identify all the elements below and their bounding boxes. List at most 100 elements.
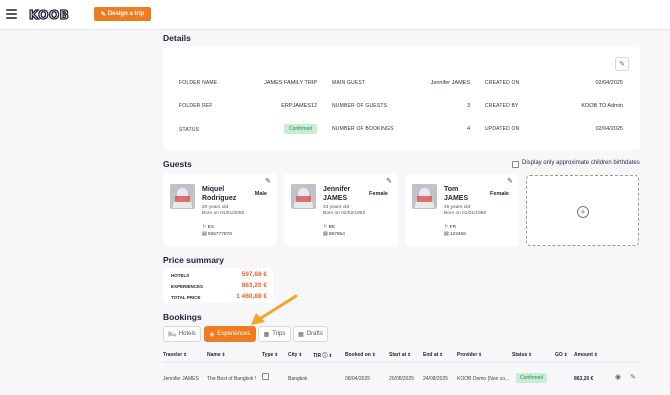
column-header-end-at[interactable]: End at⇕ (423, 352, 443, 358)
folder-ref-value: ERPJAMES12 (281, 103, 317, 109)
sort-icon: ⇕ (371, 352, 376, 357)
wand-icon: ✎ (100, 11, 106, 18)
menu-icon[interactable] (6, 9, 17, 19)
table-header-divider (163, 362, 640, 363)
hotels-price-label: HOTELS (171, 273, 190, 278)
updated-on-label: UPDATED ON (485, 126, 520, 132)
guest-gender: Female (369, 191, 388, 197)
experiences-price-label: EXPERIENCES (171, 284, 204, 289)
sort-icon: ⇕ (528, 352, 533, 357)
layers-icon: ◈ (209, 331, 215, 338)
tab-experiences[interactable]: ◈ Experiences (204, 326, 256, 342)
number-guests-value: 3 (466, 103, 470, 109)
tab-label: Trips (272, 331, 286, 337)
created-on-label: CREATED ON (485, 80, 520, 86)
tab-label: Drafts (306, 331, 323, 337)
created-on-value: 02/04/2025 (595, 80, 623, 86)
cell-booked-on: 08/04/2025 (345, 376, 371, 382)
hotels-price-value: 597,68 € (241, 271, 267, 278)
avatar (170, 184, 195, 209)
guest-document: ▤ 555777878 (202, 232, 232, 237)
main-guest-value: Jennifer JAMES (430, 80, 470, 86)
design-trip-label: Design a trip (107, 11, 145, 17)
grid-icon: ▦ (298, 331, 304, 338)
column-header-name[interactable]: Name⇕ (207, 352, 225, 358)
folder-ref-label: FOLDER REF (179, 103, 213, 109)
guest-name: Miquel Rodriguez (202, 186, 237, 202)
cell-city: Bangkok (288, 376, 308, 382)
guest-nationality: ⚐ FR (444, 225, 457, 230)
bookings-title: Bookings (163, 312, 202, 322)
grid-icon: ▦ (263, 331, 270, 338)
top-bar: KOOB ✎ Design a trip (0, 0, 670, 30)
tab-trips[interactable]: ▦ Trips (258, 326, 291, 342)
experience-type-icon (262, 373, 269, 380)
column-header-booked-on[interactable]: Booked on⇕ (345, 352, 376, 358)
column-header-type[interactable]: Type⇕ (262, 352, 278, 358)
tab-hotels[interactable]: 🛏 Hotels (163, 326, 201, 342)
number-guests-label: NUMBER OF GUESTS (332, 103, 388, 109)
column-header-go[interactable]: GO⇕ (555, 352, 568, 358)
column-header-traveler[interactable]: Traveler⇕ (163, 352, 187, 358)
pencil-icon[interactable]: ✎ (630, 373, 636, 381)
column-header-status[interactable]: Status⇕ (512, 352, 532, 358)
created-by-label: CREATED BY (485, 103, 519, 109)
cell-end-at: 24/08/2025 (423, 376, 449, 382)
sort-icon: ⇕ (563, 352, 568, 357)
column-header-tir[interactable]: TIR ⓘ⇕ (313, 352, 332, 359)
edit-details-button[interactable]: ✎ (615, 57, 629, 71)
sort-icon: ⇕ (328, 353, 333, 358)
created-by-value: KOOB TO Admin (581, 103, 623, 109)
pencil-icon[interactable]: ✎ (507, 177, 513, 185)
guest-gender: Female (490, 191, 509, 197)
total-price-label: TOTAL PRICE (171, 295, 201, 300)
price-summary-title: Price summary (163, 255, 224, 265)
sort-icon: ⇕ (478, 352, 483, 357)
cell-traveler: Jennifer JAMES (163, 376, 199, 382)
design-trip-button[interactable]: ✎ Design a trip (94, 7, 151, 21)
bed-icon: 🛏 (168, 331, 176, 338)
guest-card[interactable]: ✎ Miquel Rodriguez Male 20 years old Born… (163, 174, 277, 246)
guest-birthdate: Born on 01/01/1980 (444, 211, 487, 216)
column-header-city[interactable]: City⇕ (288, 352, 302, 358)
guest-card[interactable]: ✎ Jennifer JAMES Female 43 years old Born… (284, 174, 398, 246)
koob-logo[interactable]: KOOB (28, 7, 69, 22)
approx-birthdates-checkbox[interactable] (512, 161, 519, 168)
pencil-icon: ✎ (619, 61, 625, 68)
guest-card[interactable]: ✎ Tom JAMES Female 45 years old Born on 0… (405, 174, 519, 246)
folder-name-label: FOLDER NAME (179, 80, 218, 86)
updated-on-value: 02/04/2025 (595, 126, 623, 132)
cell-amount: 863,20 € (574, 376, 594, 382)
guest-birthdate: Born on 01/01/2005 (202, 211, 245, 216)
sort-icon: ⇕ (593, 352, 598, 357)
add-guest-button[interactable]: + (526, 175, 639, 246)
guests-title: Guests (163, 159, 192, 169)
guest-birthdate: Born on 02/02/1982 (323, 211, 366, 216)
column-header-provider[interactable]: Provider⇕ (457, 352, 482, 358)
pencil-icon[interactable]: ✎ (265, 177, 271, 185)
pencil-icon[interactable]: ✎ (386, 177, 392, 185)
number-bookings-label: NUMBER OF BOOKINGS (332, 126, 394, 132)
tab-label: Experiences (217, 331, 251, 337)
avatar (291, 184, 316, 209)
pointer-arrow (251, 294, 298, 325)
cell-name[interactable]: The Best of Bangkok ! (207, 376, 256, 382)
guest-nationality: ⚐ BE (323, 225, 336, 230)
sort-icon: ⇕ (298, 352, 303, 357)
guest-document: ▤ 987654 (323, 232, 345, 237)
guest-name: Jennifer JAMES (323, 186, 351, 202)
guest-name: Tom JAMES (444, 186, 469, 202)
details-title: Details (163, 33, 191, 43)
info-icon: ⓘ (322, 353, 328, 359)
column-header-amount[interactable]: Amount⇕ (574, 352, 598, 358)
guest-gender: Male (254, 191, 267, 197)
sort-icon: ⇕ (221, 352, 226, 357)
approx-birthdates-label: Display only approximate children birthd… (522, 160, 640, 166)
eye-icon[interactable]: ◉ (615, 373, 621, 381)
guest-age: 43 years old (323, 205, 350, 210)
column-header-start-at[interactable]: Start at⇕ (389, 352, 411, 358)
main-guest-label: MAIN GUEST (332, 80, 366, 86)
tab-drafts[interactable]: ▦ Drafts (293, 326, 328, 342)
tab-label: Hotels (178, 331, 196, 337)
guest-document: ▤ 123456 (444, 232, 466, 237)
